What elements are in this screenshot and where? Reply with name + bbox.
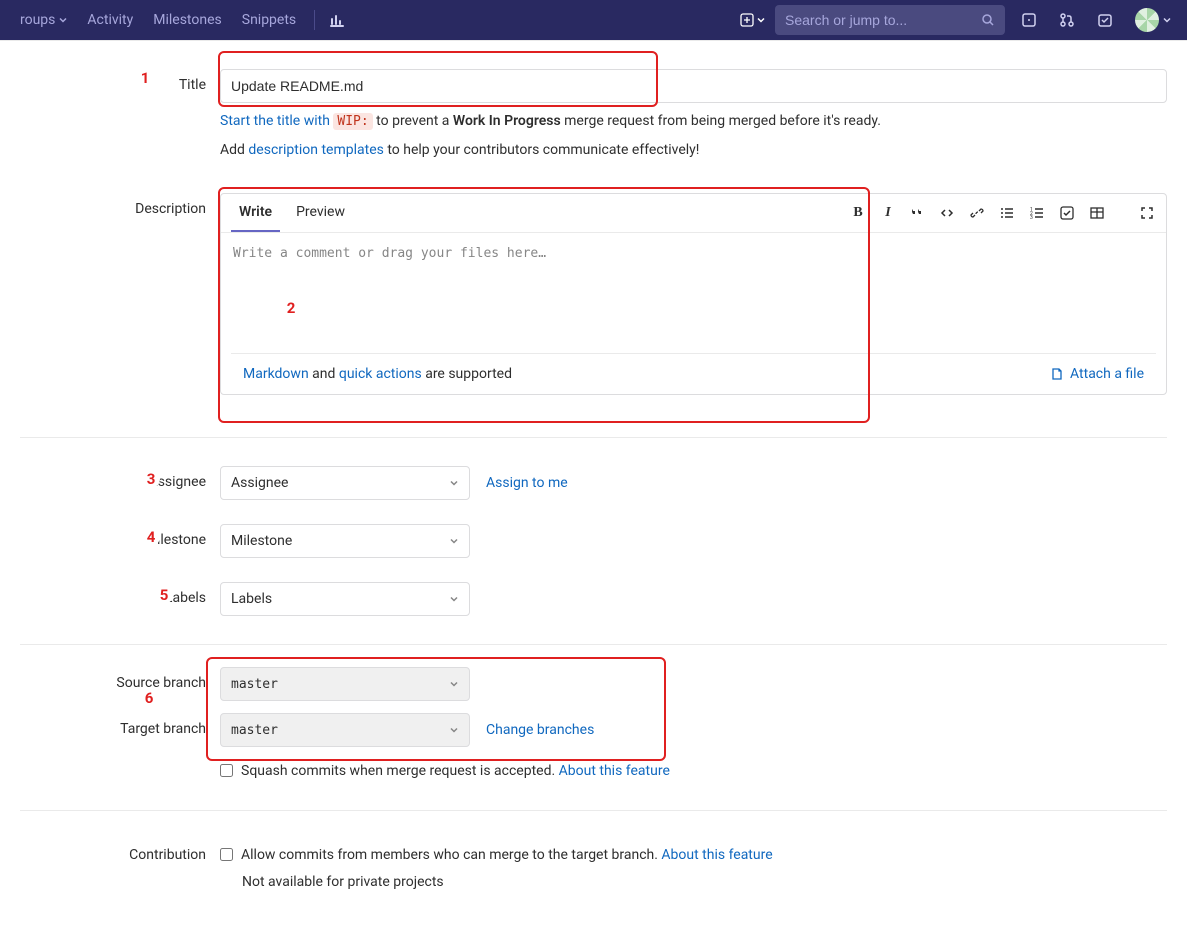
fullscreen-icon[interactable] <box>1140 206 1156 220</box>
contribution-label: Contribution <box>20 839 220 863</box>
title-label: Title <box>20 69 220 93</box>
top-navigation: roups Activity Milestones Snippets <box>0 0 1187 40</box>
description-editor: Write Preview B I 123 <box>220 193 1167 395</box>
search-input[interactable] <box>785 12 981 28</box>
tab-preview[interactable]: Preview <box>288 194 353 232</box>
chevron-down-icon <box>449 725 459 735</box>
description-label: Description <box>20 193 220 217</box>
avatar-icon <box>1135 8 1159 32</box>
attach-file-button[interactable]: Attach a file <box>1050 366 1144 382</box>
issues-icon[interactable] <box>1015 12 1043 28</box>
marker-3: 3 <box>142 470 160 488</box>
assignee-dropdown[interactable]: Assignee <box>220 466 470 500</box>
milestone-label: Milestone <box>20 524 220 548</box>
nav-groups-label: roups <box>20 12 55 28</box>
chevron-down-icon <box>449 478 459 488</box>
squash-label: Squash commits when merge request is acc… <box>241 761 670 782</box>
marker-1: 1 <box>136 69 154 87</box>
bullet-list-icon[interactable] <box>1000 206 1016 220</box>
search-icon <box>981 13 995 27</box>
labels-dropdown[interactable]: Labels <box>220 582 470 616</box>
nav-milestones[interactable]: Milestones <box>143 12 232 28</box>
user-menu[interactable] <box>1129 8 1177 32</box>
marker-4: 4 <box>142 528 160 546</box>
change-branches-link[interactable]: Change branches <box>486 722 594 738</box>
contribution-about-link[interactable]: About this feature <box>661 847 772 863</box>
nav-activity[interactable]: Activity <box>77 12 143 28</box>
attach-icon <box>1050 367 1064 381</box>
labels-label: Labels <box>20 582 220 606</box>
nav-snippets[interactable]: Snippets <box>232 12 306 28</box>
new-dropdown[interactable] <box>739 12 765 28</box>
numbered-list-icon[interactable]: 123 <box>1030 206 1046 220</box>
squash-about-link[interactable]: About this feature <box>559 763 670 779</box>
allow-commits-row[interactable]: Allow commits from members who can merge… <box>220 845 1167 866</box>
markdown-link[interactable]: Markdown <box>243 366 309 382</box>
code-icon[interactable] <box>940 206 956 220</box>
chevron-down-icon <box>449 679 459 689</box>
description-textarea[interactable]: Write a comment or drag your files here… <box>221 233 1166 353</box>
nav-groups[interactable]: roups <box>10 12 77 28</box>
title-hint-1: Start the title with WIP: to prevent a W… <box>220 111 1167 132</box>
quote-icon[interactable] <box>910 206 926 220</box>
marker-6: 6 <box>140 689 158 707</box>
title-hint-2: Add description templates to help your c… <box>220 140 1167 161</box>
analytics-icon[interactable] <box>323 12 351 28</box>
marker-2: 2 <box>282 299 300 317</box>
allow-commits-checkbox[interactable] <box>220 848 233 861</box>
target-branch-dropdown[interactable]: master <box>220 713 470 747</box>
description-placeholder: Write a comment or drag your files here… <box>233 246 546 261</box>
todos-icon[interactable] <box>1091 12 1119 28</box>
squash-checkbox[interactable] <box>220 764 233 777</box>
task-list-icon[interactable] <box>1060 206 1076 220</box>
source-branch-label: Source branch <box>20 667 220 691</box>
title-input[interactable] <box>220 69 1167 103</box>
description-templates-link[interactable]: description templates <box>248 142 383 158</box>
plus-icon <box>739 12 755 28</box>
chevron-down-icon <box>449 536 459 546</box>
italic-icon[interactable]: I <box>880 205 896 221</box>
assign-to-me-link[interactable]: Assign to me <box>486 475 568 491</box>
table-icon[interactable] <box>1090 206 1106 220</box>
squash-checkbox-row[interactable]: Squash commits when merge request is acc… <box>220 761 1167 782</box>
bold-icon[interactable]: B <box>850 205 866 221</box>
svg-text:3: 3 <box>1030 215 1033 220</box>
target-branch-label: Target branch <box>20 713 220 737</box>
chevron-down-icon <box>1163 16 1171 24</box>
markdown-support-text: Markdown and quick actions are supported <box>243 366 512 382</box>
chevron-down-icon <box>59 16 67 24</box>
nav-divider <box>314 10 315 30</box>
not-available-text: Not available for private projects <box>242 874 1167 890</box>
marker-5: 5 <box>155 586 173 604</box>
merge-request-icon[interactable] <box>1053 12 1081 28</box>
chevron-down-icon <box>757 16 765 24</box>
allow-commits-label: Allow commits from members who can merge… <box>241 845 773 866</box>
source-branch-dropdown[interactable]: master <box>220 667 470 701</box>
quick-actions-link[interactable]: quick actions <box>339 366 422 382</box>
milestone-dropdown[interactable]: Milestone <box>220 524 470 558</box>
chevron-down-icon <box>449 594 459 604</box>
tab-write[interactable]: Write <box>231 194 280 232</box>
search-box[interactable] <box>775 5 1005 35</box>
wip-hint-start[interactable]: Start the title with <box>220 113 333 129</box>
wip-code: WIP: <box>333 113 372 130</box>
assignee-label: Assignee <box>20 466 220 490</box>
link-icon[interactable] <box>970 206 986 220</box>
